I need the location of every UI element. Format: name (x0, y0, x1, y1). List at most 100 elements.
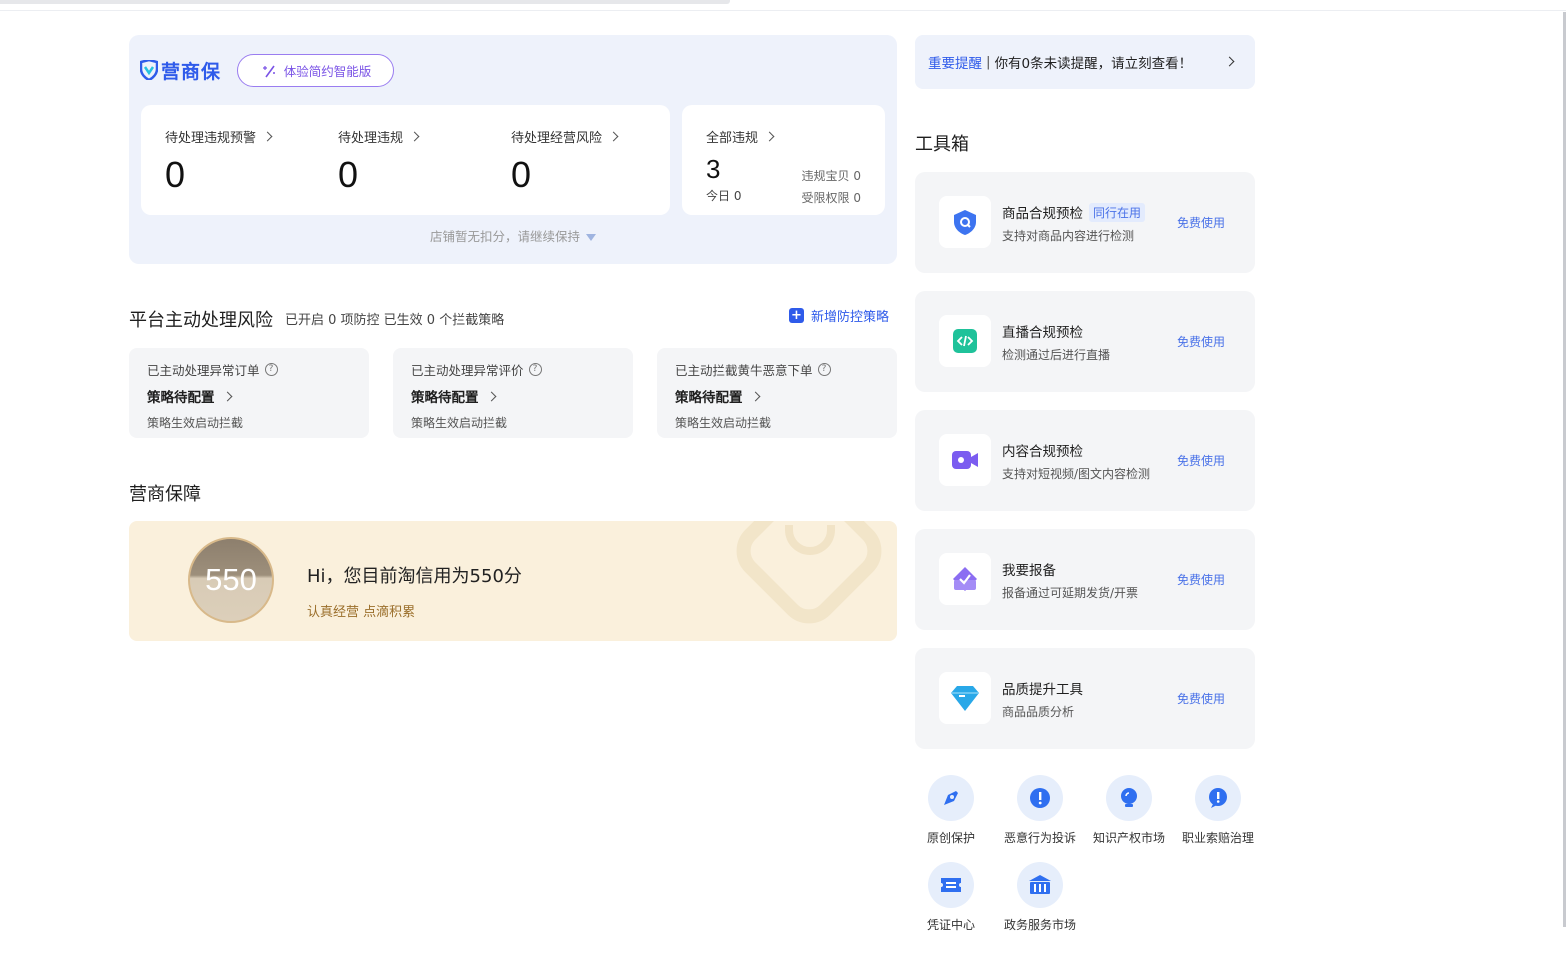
chevron-right-icon (750, 391, 760, 401)
add-strategy-label: 新增防控策略 (811, 310, 890, 325)
tool-tag: 同行在用 (1089, 202, 1146, 222)
alert-bubble-icon (1195, 775, 1241, 821)
credit-score-card: 550 Hi，您目前淘信用为550分 认真经营 点滴积累 (129, 521, 897, 641)
toolbox-title: 工具箱 (915, 134, 969, 155)
violation-items-count: 违规宝贝 0 (801, 169, 861, 183)
pending-risk-stat[interactable]: 待处理经营风险 0 (511, 127, 619, 196)
help-icon[interactable]: ? (817, 363, 831, 376)
quick-ip-market[interactable]: 知识产权市场 (1084, 775, 1174, 846)
ysb-logo: 营商保 (140, 57, 221, 83)
pen-icon (928, 775, 974, 821)
risk-card-label: 已主动拦截黄牛恶意下单 (675, 363, 813, 378)
tool-content-precheck[interactable]: 内容合规预检 支持对短视频/图文内容检测 免费使用 (915, 410, 1255, 511)
risk-card-label: 已主动处理异常评价 (411, 363, 524, 378)
strategy-config-link[interactable]: 策略待配置 (147, 386, 232, 406)
free-use-link[interactable]: 免费使用 (1177, 333, 1225, 350)
free-use-link[interactable]: 免费使用 (1177, 690, 1225, 707)
all-violations-panel[interactable]: 全部违规 3 今日 0 违规宝贝 0 受限权限 0 (682, 105, 885, 215)
magic-wand-icon (262, 65, 275, 77)
tool-quality[interactable]: 品质提升工具 商品品质分析 免费使用 (915, 648, 1255, 749)
platform-risk-subtitle: 已开启 0 项防控 已生效 0 个拦截策略 (285, 313, 505, 328)
all-violations-label: 全部违规 (706, 131, 759, 146)
ticket-icon (928, 862, 974, 908)
strategy-config-link[interactable]: 策略待配置 (675, 386, 760, 406)
shield-search-icon (939, 196, 991, 248)
chevron-right-icon (222, 391, 232, 401)
credit-score-value: 550 (205, 562, 257, 597)
shield-logo-icon (140, 60, 158, 80)
tool-desc: 报备通过可延期发货/开票 (1002, 586, 1139, 600)
free-use-link[interactable]: 免费使用 (1177, 452, 1225, 469)
tool-desc: 支持对短视频/图文内容检测 (1002, 467, 1151, 481)
tool-report[interactable]: 我要报备 报备通过可延期发货/开票 免费使用 (915, 529, 1255, 630)
quick-claim-governance[interactable]: 职业索赔治理 (1173, 775, 1263, 846)
add-strategy-button[interactable]: + 新增防控策略 (789, 306, 889, 325)
pending-stats-panel: 待处理违规预警 0 待处理违规 0 待处理经营风险 0 (141, 105, 670, 215)
pending-warning-stat[interactable]: 待处理违规预警 0 (165, 127, 273, 196)
risk-card-reviews: 已主动处理异常评价? 策略待配置 策略生效启动拦截 (393, 348, 633, 438)
strategy-config-link[interactable]: 策略待配置 (411, 386, 496, 406)
quick-label: 知识产权市场 (1092, 831, 1165, 845)
header-divider (0, 10, 1566, 11)
top-scrollbar[interactable] (0, 0, 730, 4)
alert-icon (1017, 775, 1063, 821)
risk-card-desc: 策略生效启动拦截 (147, 416, 244, 430)
stat-label: 待处理经营风险 (511, 131, 603, 146)
quick-label: 凭证中心 (926, 918, 975, 932)
pending-violation-stat[interactable]: 待处理违规 0 (338, 127, 420, 196)
check-diamond-icon (939, 553, 991, 605)
quick-label: 政务服务市场 (1003, 918, 1076, 932)
quick-original-protection[interactable]: 原创保护 (906, 775, 996, 846)
chevron-right-icon (262, 131, 273, 142)
video-icon (939, 434, 991, 486)
tool-name: 商品合规预检 (1002, 206, 1083, 222)
risk-card-desc: 策略生效启动拦截 (675, 416, 772, 430)
tool-live-precheck[interactable]: 直播合规预检 检测通过后进行直播 免费使用 (915, 291, 1255, 392)
plus-icon: + (789, 308, 804, 323)
all-violations-value: 3 (706, 154, 721, 184)
free-use-link[interactable]: 免费使用 (1177, 571, 1225, 588)
logo-text: 营商保 (161, 60, 222, 83)
guarantee-title: 营商保障 (129, 484, 201, 505)
quick-malicious-complaint[interactable]: 恶意行为投诉 (995, 775, 1085, 846)
notice-separator: | (986, 54, 991, 70)
smart-version-button[interactable]: 体验简约智能版 (237, 54, 394, 87)
today-count: 今日 0 (706, 189, 742, 203)
quick-voucher-center[interactable]: 凭证中心 (906, 862, 996, 933)
tool-name: 我要报备 (1002, 563, 1056, 579)
platform-risk-title: 平台主动处理风险 (129, 310, 273, 331)
notice-highlight: 重要提醒 (928, 56, 982, 72)
tool-name: 内容合规预检 (1002, 444, 1083, 460)
restricted-permissions-count: 受限权限 0 (801, 191, 861, 205)
important-notice-bar[interactable]: 重要提醒 | 你有0条未读提醒，请立刻查看！ (915, 35, 1255, 89)
tool-desc: 支持对商品内容进行检测 (1002, 229, 1135, 243)
quick-gov-services[interactable]: 政务服务市场 (995, 862, 1085, 933)
deduct-note[interactable]: 店铺暂无扣分，请继续保持 (129, 226, 897, 245)
bank-icon (1017, 862, 1063, 908)
risk-card-desc: 策略生效启动拦截 (411, 416, 508, 430)
caret-down-icon (586, 234, 596, 241)
credit-slogan: 认真经营 点滴积累 (307, 605, 416, 620)
tool-name: 直播合规预检 (1002, 325, 1083, 341)
stat-value: 0 (165, 154, 186, 195)
help-icon[interactable]: ? (264, 363, 278, 376)
tool-product-precheck[interactable]: 商品合规预检 同行在用 支持对商品内容进行检测 免费使用 (915, 172, 1255, 273)
credit-headline: Hi，您目前淘信用为550分 (307, 566, 522, 587)
quick-label: 恶意行为投诉 (1003, 831, 1076, 845)
stat-value: 0 (338, 154, 359, 195)
tool-desc: 检测通过后进行直播 (1002, 348, 1111, 362)
stat-value: 0 (511, 154, 532, 195)
gem-icon (939, 672, 991, 724)
code-icon (939, 315, 991, 367)
chevron-right-icon (764, 131, 775, 142)
tool-desc: 商品品质分析 (1002, 705, 1075, 719)
violation-overview-card: 营商保 体验简约智能版 待处理违规预警 0 待处理违规 0 待处理经营风险 0 … (129, 35, 897, 264)
stat-label: 待处理违规 (338, 131, 404, 146)
free-use-link[interactable]: 免费使用 (1177, 214, 1225, 231)
quick-label: 职业索赔治理 (1181, 831, 1254, 845)
help-icon[interactable]: ? (528, 363, 542, 376)
notice-text: 你有0条未读提醒，请立刻查看！ (994, 56, 1193, 72)
bulb-icon (1106, 775, 1152, 821)
chevron-right-icon (608, 131, 619, 142)
credit-score-badge: 550 (188, 537, 274, 623)
